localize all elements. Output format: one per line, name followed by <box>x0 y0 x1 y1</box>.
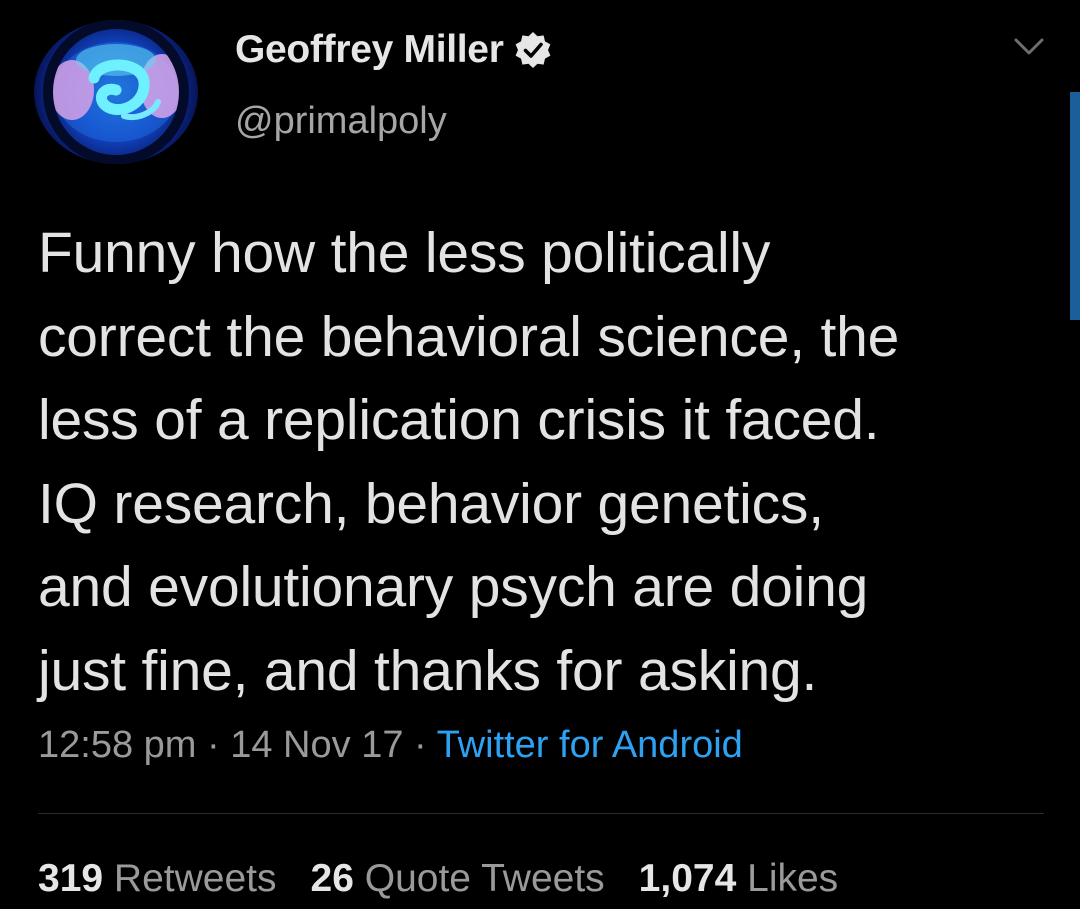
quote-tweets-label: Quote Tweets <box>364 857 605 900</box>
avatar-image <box>43 20 189 164</box>
likes-count: 1,074 <box>638 857 737 900</box>
retweets-count: 319 <box>38 857 104 900</box>
tweet-source-link[interactable]: Twitter for Android <box>437 724 743 766</box>
likes-label: Likes <box>747 857 839 900</box>
author-name-row[interactable]: Geoffrey Miller <box>235 24 553 76</box>
chevron-down-icon[interactable] <box>1010 32 1048 62</box>
retweets-label: Retweets <box>113 857 277 900</box>
tweet-stats: 319 Retweets 26 Quote Tweets 1,074 Likes <box>38 857 838 901</box>
avatar[interactable] <box>34 20 198 164</box>
verified-badge-icon <box>513 30 553 70</box>
quote-tweets-stat[interactable]: 26 Quote Tweets <box>311 857 605 900</box>
meta-separator: · <box>403 724 437 766</box>
tweet-time: 12:58 pm <box>38 724 197 766</box>
likes-stat[interactable]: 1,074 Likes <box>639 857 839 900</box>
scroll-indicator <box>1070 92 1080 320</box>
quote-tweets-count: 26 <box>310 857 354 900</box>
divider <box>38 813 1044 814</box>
author-handle[interactable]: @primalpoly <box>235 100 447 143</box>
meta-separator: · <box>196 724 231 766</box>
author-display-name[interactable]: Geoffrey Miller <box>235 28 504 72</box>
tweet-text: Funny how the less politically correct t… <box>38 221 900 703</box>
tweet-meta: 12:58 pm · 14 Nov 17 · Twitter for Andro… <box>38 724 743 767</box>
tweet-date: 14 Nov 17 <box>230 724 404 766</box>
retweets-stat[interactable]: 319 Retweets <box>38 857 277 900</box>
